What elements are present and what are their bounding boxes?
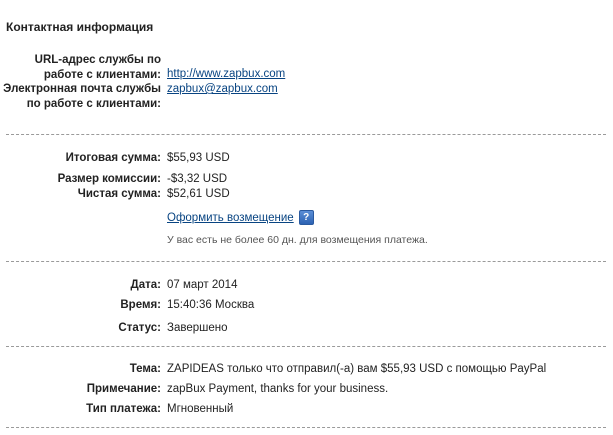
section-divider [6,134,606,135]
refund-deadline-note: У вас есть не более 60 дн. для возмещени… [167,234,428,246]
time-value: 15:40:36 Москва [167,299,255,311]
status-label: Статус: [118,322,161,334]
section-divider [6,427,606,428]
time-label: Время: [120,299,161,311]
customer-service-url-label: URL-адрес службы по работе с клиентами: [34,54,161,81]
customer-service-url-link[interactable]: http://www.zapbux.com [167,67,285,82]
date-label: Дата: [130,279,161,291]
subject-label: Тема: [129,363,161,375]
total-amount-value: $55,93 USD [167,152,230,164]
issue-refund-link[interactable]: Оформить возмещение [167,212,294,224]
net-amount-value: $52,61 USD [167,188,230,200]
section-divider [6,261,606,262]
status-value: Завершено [167,322,228,334]
help-question-icon[interactable]: ? [298,210,314,225]
net-amount-label: Чистая сумма: [77,188,161,200]
contact-section-title: Контактная информация [6,20,154,34]
subject-value: ZAPIDEAS только что отправил(-а) вам $55… [167,363,547,375]
payment-type-value: Мгновенный [167,403,234,415]
fee-amount-value: -$3,32 USD [167,173,228,185]
date-value: 07 март 2014 [167,279,238,291]
customer-service-email-link[interactable]: zapbux@zapbux.com [167,82,278,97]
fee-amount-label: Размер комиссии: [57,173,161,185]
section-divider [6,346,606,347]
refund-action: Оформить возмещение ? [167,210,314,225]
customer-service-email-label: Электронная почта службы по работе с кли… [3,83,161,110]
note-value: zapBux Payment, thanks for your business… [167,383,389,395]
note-label: Примечание: [86,383,161,395]
total-amount-label: Итоговая сумма: [65,152,161,164]
payment-type-label: Тип платежа: [86,403,161,415]
